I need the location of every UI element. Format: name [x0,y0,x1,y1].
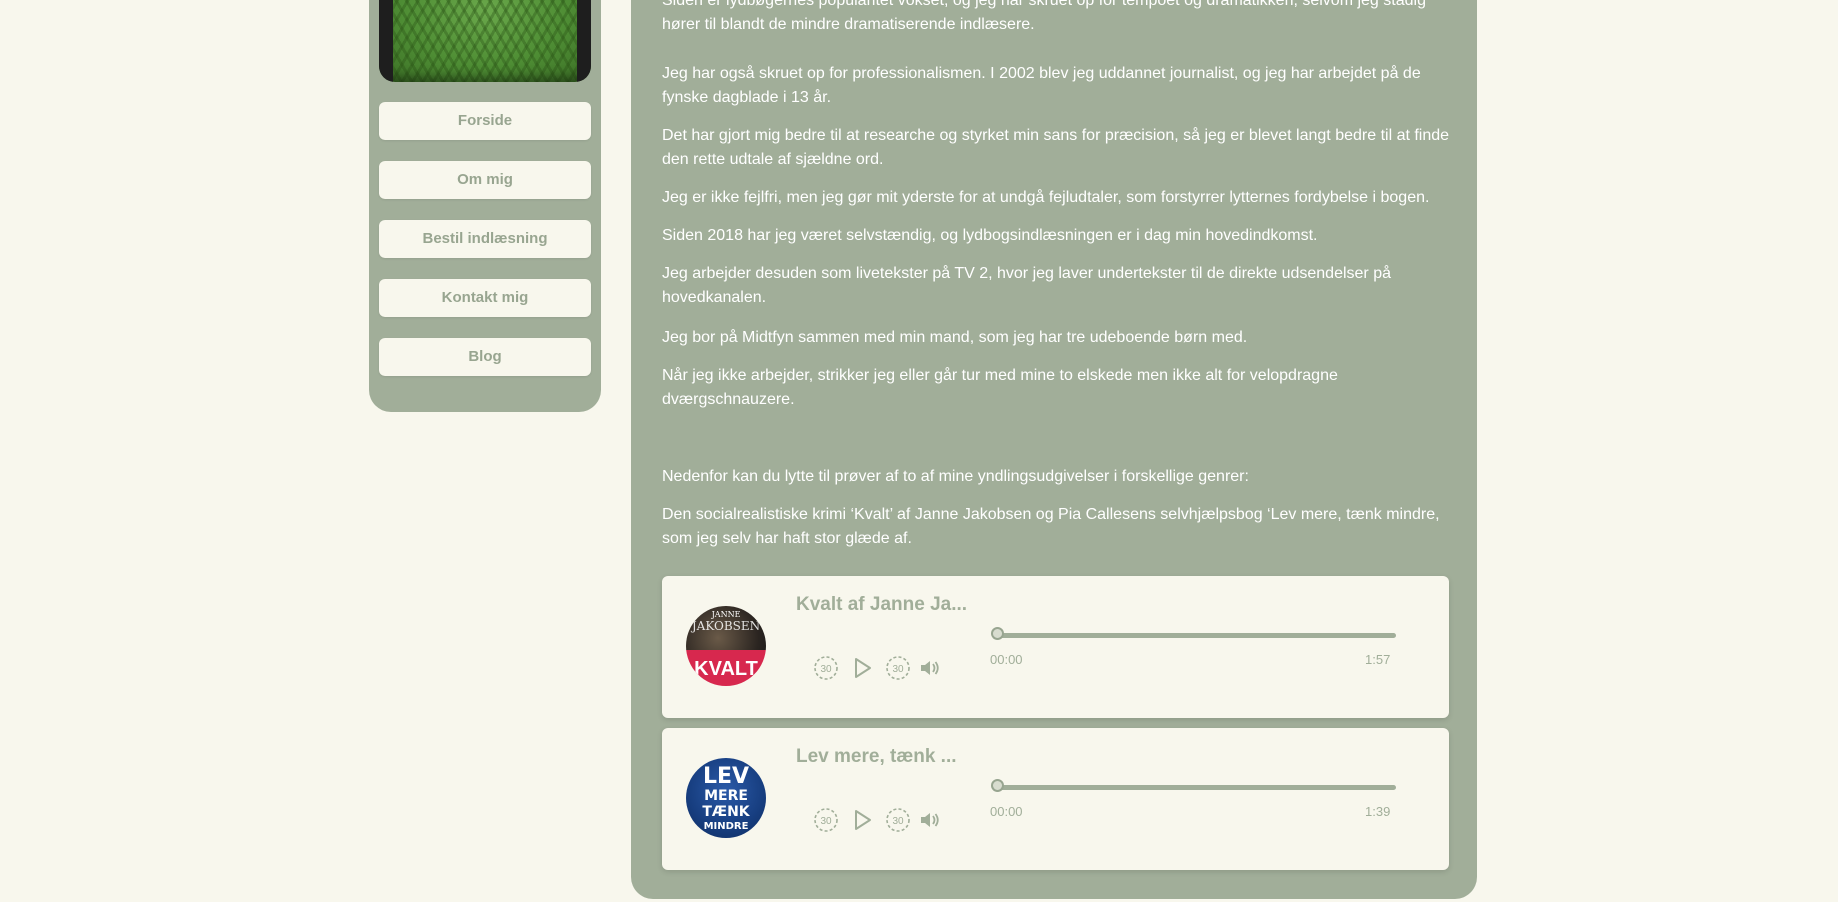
current-time: 00:00 [990,652,1023,667]
cover-author-first: JANNE [711,610,741,619]
paragraph: Når jeg ikke arbejder, strikker jeg elle… [662,367,1338,408]
forward-30-icon[interactable]: 30 [884,654,912,682]
track-title: Kvalt af Janne Ja... [796,594,968,615]
progress-bar[interactable] [991,627,1396,640]
progress-handle[interactable] [991,627,1004,640]
cover-word: TÆNK [702,804,750,820]
duration: 1:57 [1365,652,1391,667]
cover-lev-mere: LEV MERE TÆNK MINDRE [686,758,766,838]
progress-handle[interactable] [991,779,1004,792]
nav-bestil-indlaesning[interactable]: Bestil indlæsning [379,220,591,258]
forward-label: 30 [892,664,904,675]
sidebar: Forside Om mig Bestil indlæsning Kontakt… [369,0,601,412]
nav-forside[interactable]: Forside [379,102,591,140]
audio-player: JANNE JAKOBSEN KVALT Kvalt af Janne Ja..… [662,576,1449,718]
play-icon[interactable] [848,654,876,682]
track-title: Lev mere, tænk ... [796,746,957,767]
nav-blog[interactable]: Blog [379,338,591,376]
main-nav: Forside Om mig Bestil indlæsning Kontakt… [379,102,591,397]
nav-kontakt-mig[interactable]: Kontakt mig [379,279,591,317]
forward-30-icon[interactable]: 30 [884,806,912,834]
paragraph: Jeg bor på Midtfyn sammen med min mand, … [662,329,1248,346]
main-content: Siden er lydbøgernes popularitet vokset,… [631,0,1477,899]
paragraph: Siden er lydbøgernes popularitet vokset,… [662,0,1426,33]
current-time: 00:00 [990,804,1023,819]
rewind-label: 30 [820,664,832,675]
paragraph: Nedenfor kan du lytte til prøver af to a… [662,468,1249,485]
audio-player: LEV MERE TÆNK MINDRE Lev mere, tænk ... … [662,728,1449,870]
paragraph: Siden 2018 har jeg været selvstændig, og… [662,227,1318,244]
cover-author-last: JAKOBSEN [691,619,761,633]
duration: 1:39 [1365,804,1391,819]
paragraph: Det har gjort mig bedre til at researche… [662,127,1450,168]
cover-word: MERE [704,788,748,804]
cover-word: LEV [702,764,750,789]
cover-word: MINDRE [703,821,749,832]
progress-bar[interactable] [991,779,1396,792]
rewind-label: 30 [820,816,832,827]
volume-icon[interactable] [916,806,944,834]
nav-om-mig[interactable]: Om mig [379,161,591,199]
rewind-30-icon[interactable]: 30 [812,806,840,834]
paragraph: Jeg arbejder desuden som livetekster på … [662,265,1391,306]
profile-photo [379,0,591,82]
cover-kvalt: JANNE JAKOBSEN KVALT [686,606,766,686]
rewind-30-icon[interactable]: 30 [812,654,840,682]
paragraph: Den socialrealistiske krimi ‘Kvalt’ af J… [662,506,1440,547]
paragraph: Jeg er ikke fejlfri, men jeg gør mit yde… [662,189,1430,206]
volume-icon[interactable] [916,654,944,682]
paragraph: Jeg har også skruet op for professionali… [662,65,1421,106]
forward-label: 30 [892,816,904,827]
play-icon[interactable] [848,806,876,834]
cover-title: KVALT [694,658,758,680]
